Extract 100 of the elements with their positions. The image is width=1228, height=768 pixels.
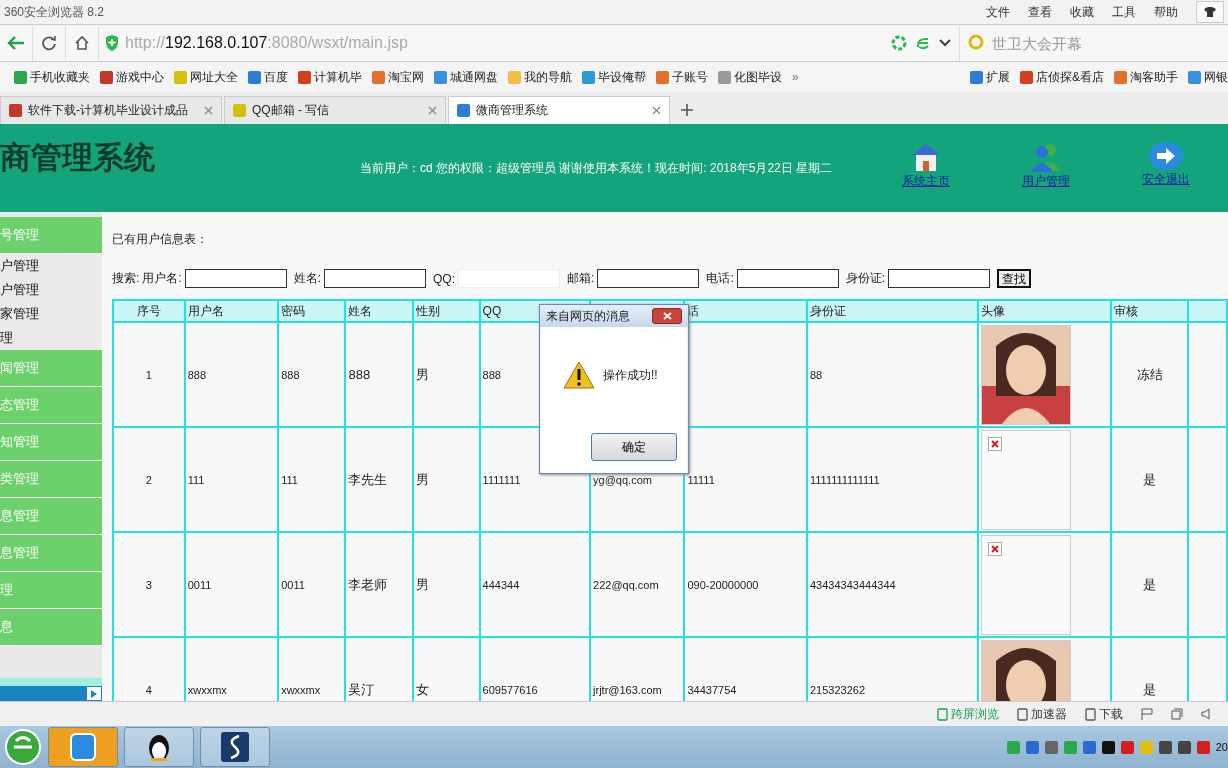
- field-label: 姓名:: [293, 270, 322, 287]
- bookmark-icon: [656, 70, 669, 84]
- status-item[interactable]: 下载: [1099, 705, 1123, 723]
- user-info-text: 当前用户：cd 您的权限：超级管理员 谢谢使用本系统！现在时间: 2018年5月22日 星期二: [360, 160, 834, 177]
- taskbar-app[interactable]: [124, 727, 194, 767]
- field-label: QQ:: [433, 271, 456, 286]
- table-cell: 吴汀: [348, 681, 375, 697]
- browser-tab[interactable]: 微商管理系统: [448, 96, 670, 124]
- broken-image-icon: [987, 436, 1002, 451]
- extension-link[interactable]: 网银: [1204, 68, 1228, 86]
- bookmark-icon: [1188, 70, 1201, 84]
- tray-icon[interactable]: [1158, 740, 1172, 754]
- new-tab-icon[interactable]: [681, 104, 693, 116]
- column-header: QQ: [482, 304, 502, 318]
- play-icon: [91, 689, 97, 698]
- browser-tab[interactable]: QQ邮箱 - 写信: [224, 96, 446, 124]
- nav-link[interactable]: 安全退出: [1142, 171, 1190, 188]
- warning-icon: [563, 361, 595, 389]
- window-title: 360安全浏览器 8.2: [4, 3, 105, 21]
- flag-icon[interactable]: [1141, 708, 1153, 720]
- bookmark-icon: [14, 70, 27, 84]
- field-label: 邮箱:: [567, 270, 595, 287]
- bookmark-link[interactable]: 城通网盘: [450, 68, 498, 86]
- bookmark-link[interactable]: 网址大全: [190, 68, 238, 86]
- bookmark-icon: [1020, 70, 1033, 84]
- table-cell: 222@qq.com: [593, 578, 659, 591]
- penguin-icon: [147, 732, 171, 762]
- table-cell: 1: [145, 368, 152, 381]
- menu-item[interactable]: 查看: [1028, 3, 1052, 21]
- field-label: 电话:: [706, 270, 734, 287]
- extension-link[interactable]: 扩展: [986, 68, 1010, 86]
- back-arrow-icon: [7, 35, 25, 51]
- table-cell: 111: [187, 473, 205, 486]
- menu-item[interactable]: 工具: [1112, 3, 1136, 21]
- column-header: 姓名: [348, 303, 373, 318]
- bookmark-link[interactable]: 百度: [264, 68, 288, 86]
- extension-link[interactable]: 店侦探&看店: [1036, 68, 1104, 86]
- menu-item[interactable]: 帮助: [1154, 3, 1178, 21]
- bookmark-icon: [508, 70, 521, 84]
- bookmark-icon: [718, 70, 731, 84]
- search-input[interactable]: [324, 269, 427, 288]
- start-orb-icon[interactable]: [4, 728, 42, 766]
- close-button[interactable]: [652, 308, 682, 324]
- bookmark-link[interactable]: 化图毕设: [734, 68, 782, 86]
- column-header: 用户名: [187, 303, 224, 318]
- search-input[interactable]: [597, 269, 700, 288]
- address-field[interactable]: http://192.168.0.107:8080/wsxt/main.jsp: [125, 34, 408, 52]
- bookmark-link[interactable]: 游戏中心: [116, 68, 164, 86]
- find-button[interactable]: 查找: [997, 269, 1032, 288]
- close-icon[interactable]: [652, 106, 661, 115]
- bookmark-link[interactable]: 子账号: [672, 68, 708, 86]
- extension-link[interactable]: 淘客助手: [1130, 68, 1178, 86]
- bookmark-link[interactable]: 计算机毕: [314, 68, 362, 86]
- dialog-message: 操作成功!!: [603, 366, 658, 384]
- table-cell: 888: [187, 368, 207, 381]
- shirt-icon: [1204, 7, 1216, 17]
- bookmark-link[interactable]: 淘宝网: [388, 68, 424, 86]
- column-header: 审核: [1114, 303, 1139, 318]
- phone-icon: [937, 707, 948, 721]
- browser-tab[interactable]: 软件下载-计算机毕业设计成品: [0, 96, 222, 124]
- search-field[interactable]: 世卫大会开幕: [990, 33, 1194, 53]
- ok-button[interactable]: 确定: [591, 433, 677, 461]
- table-cell: 男: [415, 576, 429, 592]
- status-cell: 冻结: [1136, 366, 1163, 382]
- table-cell: 090-20000000: [687, 578, 759, 591]
- column-header: 序号: [136, 303, 161, 318]
- search-input[interactable]: [888, 269, 991, 288]
- broken-image-icon: [987, 541, 1002, 556]
- menu-item[interactable]: 收藏: [1070, 3, 1094, 21]
- close-icon[interactable]: [428, 106, 437, 115]
- bookmark-icon: [248, 70, 261, 84]
- skin-button[interactable]: [1196, 1, 1224, 23]
- tray-icon[interactable]: [1177, 740, 1191, 754]
- table-cell: 88: [810, 368, 823, 381]
- dropdown-icon[interactable]: [939, 39, 951, 47]
- bookmark-link[interactable]: 手机收藏夹: [30, 68, 90, 86]
- close-icon[interactable]: [204, 106, 213, 115]
- taskbar-app[interactable]: [200, 727, 270, 767]
- nav-link[interactable]: 系统主页: [902, 173, 950, 190]
- table-cell: 0011: [187, 578, 212, 591]
- status-item[interactable]: 加速器: [1031, 705, 1067, 723]
- search-input[interactable]: [184, 269, 287, 288]
- bookmark-icon: [457, 104, 470, 117]
- more-bookmarks-button[interactable]: »: [792, 70, 799, 84]
- expand-button[interactable]: [87, 687, 101, 700]
- app-title: 商管理系统: [0, 139, 156, 177]
- bookmark-link[interactable]: 我的导航: [524, 68, 572, 86]
- table-cell: 888: [281, 368, 300, 381]
- browser-icon[interactable]: [915, 35, 931, 51]
- table-cell: 888: [482, 368, 501, 381]
- close-icon: [662, 312, 672, 320]
- search-input[interactable]: [736, 269, 839, 288]
- window-icon[interactable]: [1171, 708, 1183, 720]
- tray-icon[interactable]: [1101, 740, 1115, 754]
- menu-item[interactable]: 文件: [986, 3, 1010, 21]
- bookmark-link[interactable]: 毕设俺帮: [598, 68, 646, 86]
- table-cell: 11111: [687, 473, 715, 486]
- table-cell: 0011: [281, 578, 305, 591]
- bookmark-icon: [582, 70, 595, 84]
- nav-link[interactable]: 用户管理: [1022, 173, 1070, 190]
